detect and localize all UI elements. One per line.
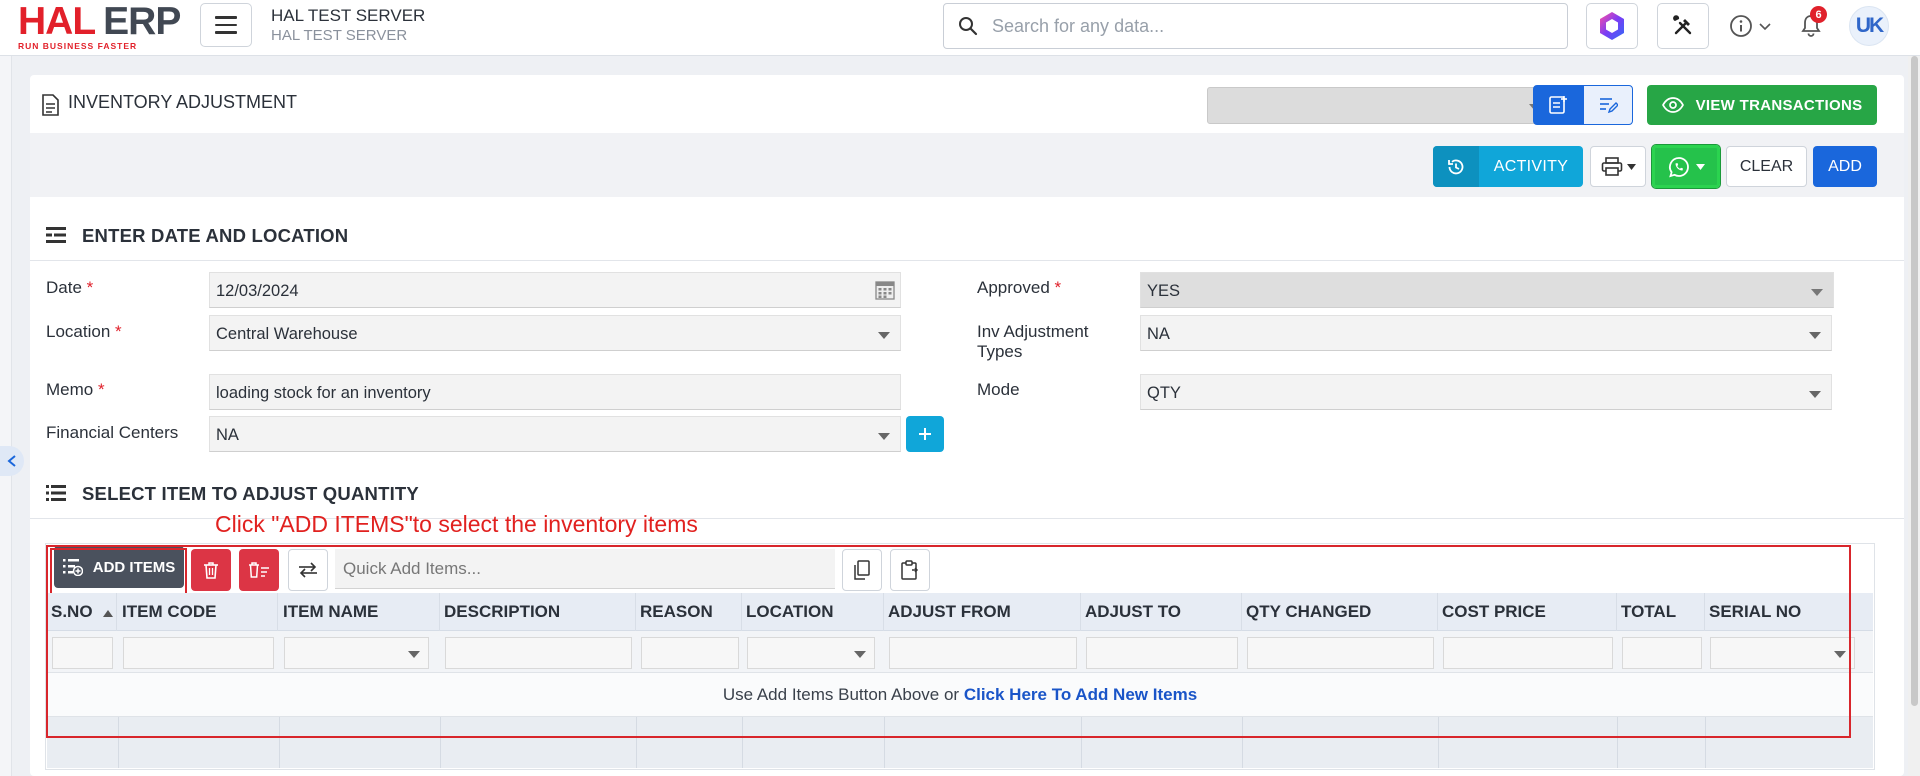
section-title-date-location: ENTER DATE AND LOCATION xyxy=(82,225,349,246)
caret-down-icon xyxy=(878,332,890,339)
caret-down-icon xyxy=(1809,391,1821,398)
financial-centers-label: Financial Centers xyxy=(46,423,179,442)
page-header: INVENTORY ADJUSTMENT VIEW TRANSACTIONS xyxy=(30,75,1904,133)
view-transactions-label: VIEW TRANSACTIONS xyxy=(1695,96,1863,114)
notifications-button[interactable]: 6 xyxy=(1800,6,1827,37)
list-edit-icon xyxy=(1600,98,1618,114)
financial-centers-select[interactable]: NA xyxy=(209,416,901,452)
whatsapp-icon xyxy=(1668,156,1689,177)
calendar-icon[interactable] xyxy=(875,280,895,300)
action-toolbar: ACTIVITY CLEAR ADD xyxy=(30,133,1904,197)
scrollbar-thumb[interactable] xyxy=(1911,56,1918,706)
add-financial-center-button[interactable] xyxy=(906,416,944,452)
approved-value: YES xyxy=(1147,282,1181,300)
chevron-down-icon xyxy=(1759,23,1771,31)
top-bar: HAL ERP RUN BUSINESS FASTER HAL TEST SERV… xyxy=(0,0,1920,56)
page-scrollbar[interactable] xyxy=(1908,56,1920,776)
approved-select[interactable]: YES xyxy=(1140,272,1834,308)
app-launcher-button[interactable] xyxy=(1586,3,1638,49)
tools-icon xyxy=(1673,15,1692,35)
printer-icon xyxy=(1601,156,1622,176)
document-add-icon xyxy=(1549,96,1567,114)
list-icon xyxy=(46,485,66,501)
caret-down-icon xyxy=(878,433,890,440)
server-info: HAL TEST SERVER HAL TEST SERVER xyxy=(271,6,425,46)
annotation-highlight-grid xyxy=(46,545,1851,738)
view-transactions-button[interactable]: VIEW TRANSACTIONS xyxy=(1647,85,1877,125)
logo-text-erp: ERP xyxy=(103,0,181,43)
view-mode-toggle xyxy=(1533,85,1633,125)
search-input[interactable] xyxy=(992,12,1552,40)
financial-centers-value: NA xyxy=(216,426,239,444)
memo-field[interactable]: loading stock for an inventory xyxy=(209,374,901,410)
left-sidebar-strip xyxy=(0,56,12,776)
caret-down-icon xyxy=(1626,163,1636,170)
history-icon-wrap xyxy=(1433,146,1479,187)
caret-down-icon xyxy=(1811,289,1823,296)
global-search xyxy=(943,3,1568,49)
mode-select[interactable]: QTY xyxy=(1140,374,1832,410)
edit-list-button[interactable] xyxy=(1583,85,1633,125)
activity-button[interactable]: ACTIVITY xyxy=(1433,146,1583,187)
inv-adjustment-types-value: NA xyxy=(1147,325,1170,343)
instruction-annotation: Click "ADD ITEMS"to select the inventory… xyxy=(215,511,698,537)
eye-icon xyxy=(1661,97,1684,113)
clear-button[interactable]: CLEAR xyxy=(1726,146,1807,187)
date-value: 12/03/2024 xyxy=(216,282,299,300)
location-value: Central Warehouse xyxy=(216,325,358,343)
mode-value: QTY xyxy=(1147,384,1181,402)
print-menu-button[interactable] xyxy=(1590,146,1646,187)
menu-icon xyxy=(215,16,237,19)
user-avatar[interactable]: UK xyxy=(1849,6,1889,46)
info-icon xyxy=(1730,15,1752,37)
search-icon xyxy=(959,17,978,36)
history-icon xyxy=(1448,159,1464,174)
section-header-date-location: ENTER DATE AND LOCATION xyxy=(30,211,1904,261)
activity-label: ACTIVITY xyxy=(1493,157,1569,175)
logo-text-hal: HAL xyxy=(18,0,96,43)
server-subtitle: HAL TEST SERVER xyxy=(271,27,408,44)
add-button[interactable]: ADD xyxy=(1813,146,1877,187)
mode-label: Mode xyxy=(977,380,1020,399)
caret-down-icon xyxy=(1809,332,1821,339)
app-launcher-icon xyxy=(1600,12,1624,40)
document-selector[interactable] xyxy=(1207,87,1552,124)
server-name: HAL TEST SERVER xyxy=(271,6,426,25)
whatsapp-share-button[interactable] xyxy=(1651,144,1721,189)
caret-down-icon xyxy=(1695,163,1705,170)
section-title-select-items: SELECT ITEM TO ADJUST QUANTITY xyxy=(82,483,419,504)
tools-button[interactable] xyxy=(1657,3,1709,49)
sidebar-expand-toggle[interactable] xyxy=(0,446,24,476)
approved-label: Approved * xyxy=(977,278,1062,297)
info-menu[interactable] xyxy=(1729,14,1772,38)
plus-icon xyxy=(919,428,931,440)
inv-adjustment-types-label: Inv Adjustment Types xyxy=(977,322,1089,361)
page-title: INVENTORY ADJUSTMENT xyxy=(68,92,298,112)
document-icon xyxy=(42,94,59,116)
menu-button[interactable] xyxy=(200,3,252,47)
date-field[interactable]: 12/03/2024 xyxy=(209,272,901,308)
memo-value: loading stock for an inventory xyxy=(216,384,431,402)
notification-count-badge: 6 xyxy=(1810,6,1827,23)
inv-adjustment-types-select[interactable]: NA xyxy=(1140,315,1832,351)
chevron-left-icon xyxy=(7,455,16,467)
new-document-button[interactable] xyxy=(1533,85,1583,125)
hal-erp-logo[interactable]: HAL ERP RUN BUSINESS FASTER xyxy=(18,2,181,51)
date-label: Date * xyxy=(46,278,94,297)
form-section-icon xyxy=(46,227,66,243)
location-select[interactable]: Central Warehouse xyxy=(209,315,901,351)
memo-label: Memo * xyxy=(46,380,105,399)
location-label: Location * xyxy=(46,322,122,341)
